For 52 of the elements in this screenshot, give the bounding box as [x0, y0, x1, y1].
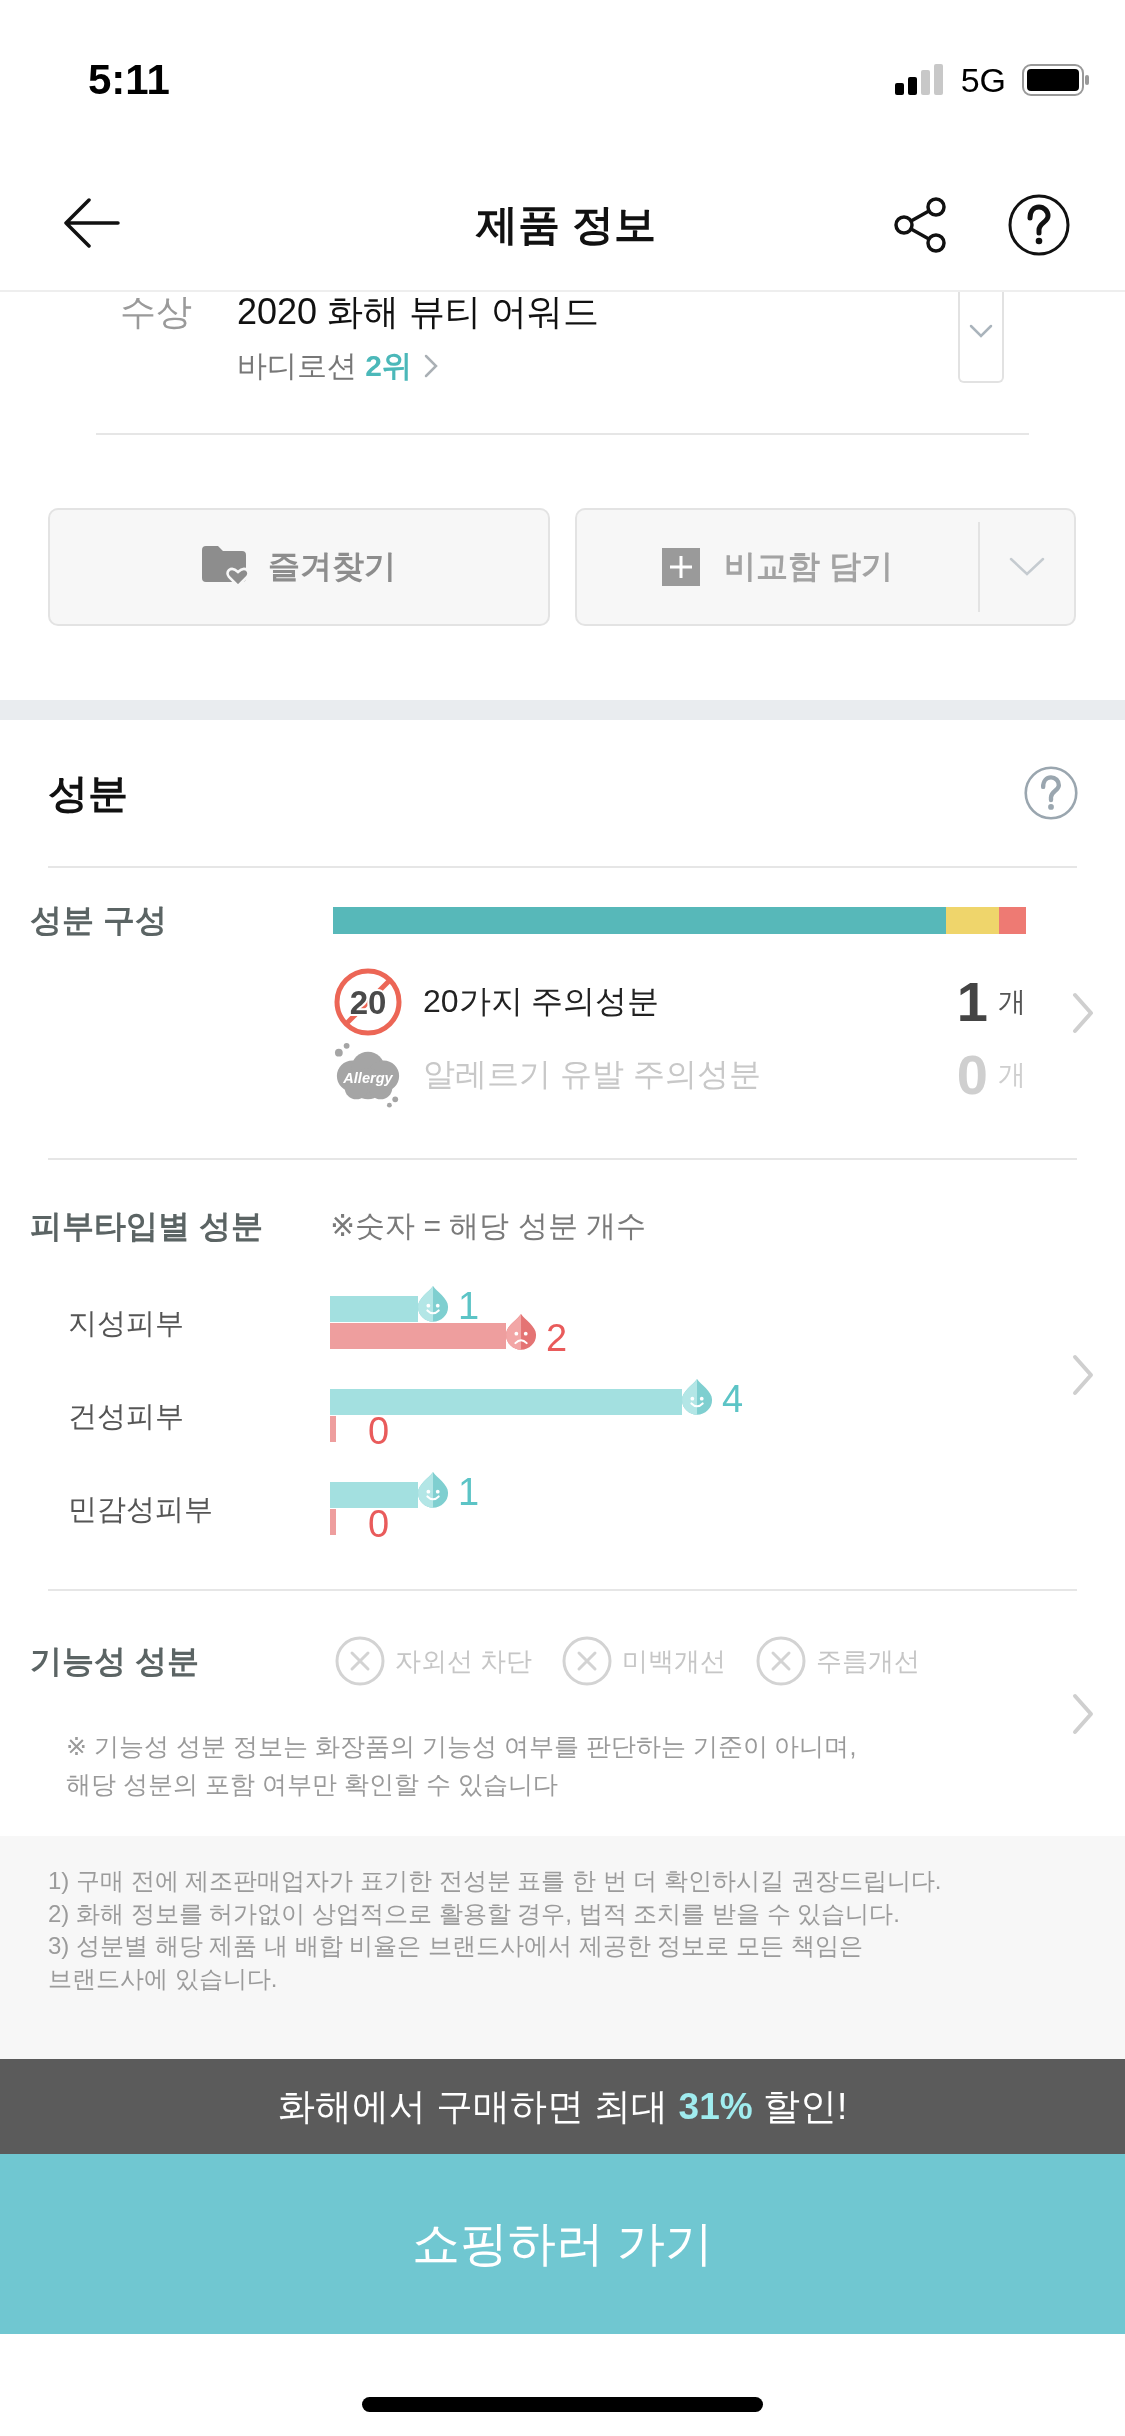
frowning-drop-icon: [506, 1314, 537, 1350]
ingredient-count: 1: [956, 971, 988, 1032]
skin-type-title: 피부타입별 성분: [30, 1207, 264, 1246]
smiling-drop-icon: [682, 1379, 713, 1415]
skin-type-label: 지성피부: [68, 1307, 184, 1339]
signal-icon: [894, 64, 945, 96]
award-ranking-link[interactable]: 바디로션 2위: [237, 348, 439, 384]
value-label: 0: [368, 1410, 390, 1452]
disclaimer-text: 1) 구매 전에 제조판매업자가 표기한 전성분 표를 한 번 더 확인하시길 권장드립니다.: [48, 1866, 943, 1896]
help-icon[interactable]: [1008, 194, 1070, 256]
chevron-down-icon: [969, 324, 993, 338]
allergy-cloud-sign: Allergy: [333, 1039, 403, 1110]
smiling-drop-icon: [418, 1472, 449, 1508]
chevron-right-icon[interactable]: [1072, 1692, 1094, 1735]
plus-square-icon: [661, 548, 700, 586]
value-label: 2: [546, 1317, 568, 1359]
promo-text: 화해에서 구매하면 최대 31% 할인!: [277, 2084, 848, 2129]
count-unit: 개: [998, 984, 1026, 1019]
network-type: 5G: [960, 60, 1006, 100]
functional-label: 미백개선: [622, 1644, 727, 1678]
status-time: 5:11: [88, 56, 170, 104]
disclaimer-text: 2) 화해 정보를 허가없이 상업적으로 활용할 경우, 법적 조치를 받을 수 있습니다.: [48, 1898, 902, 1929]
share-icon[interactable]: [894, 197, 946, 253]
section-title: 성분: [48, 769, 128, 817]
value-label: 0: [368, 1503, 390, 1545]
chevron-right-icon[interactable]: [1072, 992, 1094, 1034]
caution-ingredient-label: 20가지 주의성분: [423, 981, 661, 1021]
award-title: 2020 화해 뷰티 어워드: [237, 292, 600, 332]
functional-label: 자외선 차단: [395, 1644, 533, 1678]
disclaimer-text: 3) 성분별 해당 제품 내 배합 비율은 브랜드사에서 제공한 정보로 모든 책임은 브랜드사에 있습니다.: [48, 1931, 864, 1994]
award-label: 수상: [120, 292, 193, 332]
award-dropdown-button[interactable]: [958, 292, 1004, 383]
chevron-right-icon: [424, 354, 439, 378]
left-arrow-icon[interactable]: [62, 198, 120, 248]
functional-note: ※ 기능성 성분 정보는 화장품의 기능성 여부를 판단하는 기준이 아니며, 해당 성분의 포함 여부만 확인할 수 있습니다: [66, 1731, 858, 1800]
shop-button[interactable]: 쇼핑하러 가기: [0, 2154, 1125, 2334]
battery-icon: [1022, 64, 1090, 96]
functional-label: 주름개선: [816, 1644, 921, 1678]
smiling-drop-icon: [418, 1286, 449, 1322]
add-to-compare-button[interactable]: 비교함 담기: [576, 510, 978, 624]
skin-type-label: 민감성피부: [68, 1493, 213, 1525]
composition-label: 성분 구성: [30, 901, 168, 940]
favorite-button[interactable]: 즐겨찾기: [48, 508, 550, 626]
value-label: 1: [458, 1285, 480, 1327]
skin-type-label: 건성피부: [68, 1400, 184, 1432]
value-label: 4: [722, 1378, 744, 1420]
chevron-down-icon: [1009, 557, 1045, 577]
functional-title: 기능성 성분: [30, 1642, 200, 1681]
page-title: 제품 정보: [476, 200, 656, 250]
value-label: 1: [458, 1471, 480, 1513]
legend-note: ※숫자 = 해당 성분 개수: [330, 1207, 646, 1244]
chevron-right-icon[interactable]: [1072, 1353, 1094, 1396]
